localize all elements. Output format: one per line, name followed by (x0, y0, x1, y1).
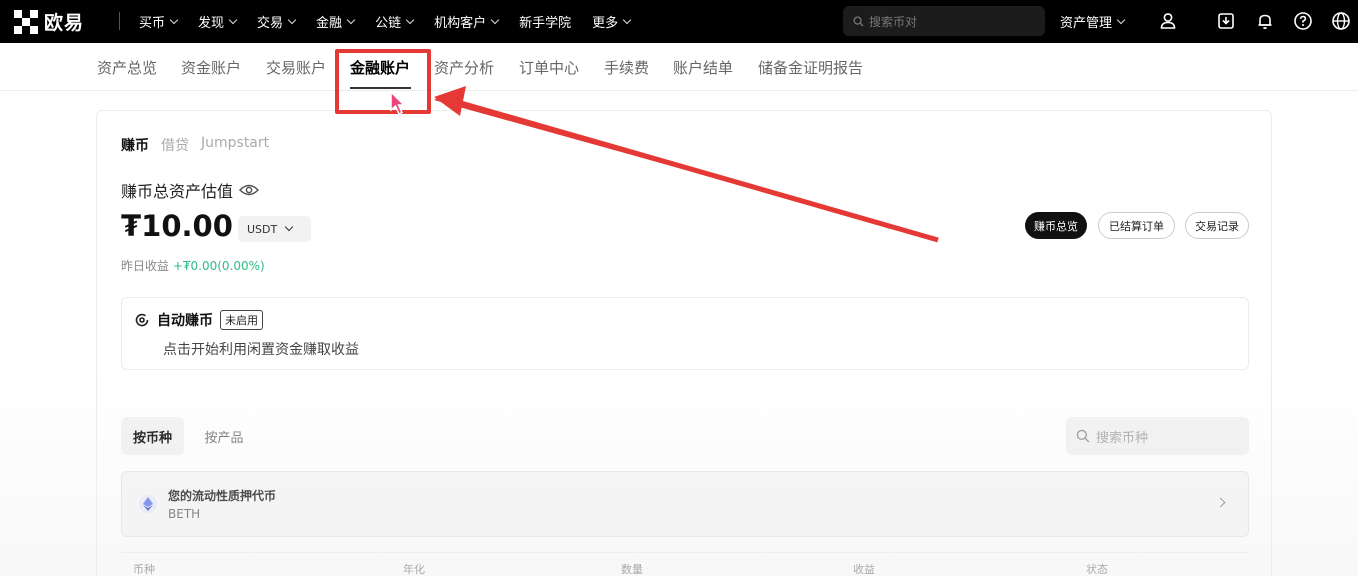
annotation-arrow-icon (434, 86, 939, 243)
mouse-cursor-icon (390, 90, 406, 116)
